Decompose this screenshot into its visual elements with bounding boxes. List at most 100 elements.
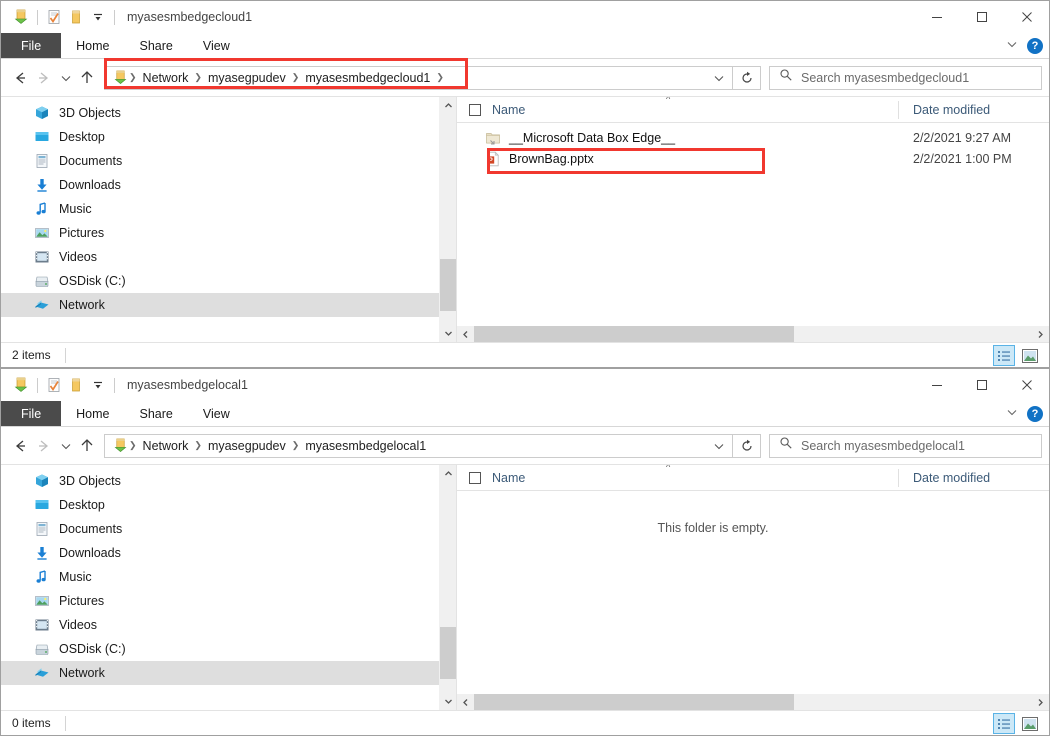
breadcrumb-item-network[interactable]: Network bbox=[138, 71, 194, 85]
large-icons-view-icon[interactable] bbox=[1019, 345, 1041, 366]
breadcrumb-item-network[interactable]: Network bbox=[138, 439, 194, 453]
up-button[interactable] bbox=[75, 65, 99, 91]
close-button[interactable] bbox=[1004, 369, 1049, 401]
hscroll-thumb[interactable] bbox=[474, 326, 794, 343]
back-button[interactable] bbox=[8, 433, 32, 459]
scroll-left-icon[interactable] bbox=[457, 694, 474, 711]
sidebar-item-3d-objects[interactable]: 3D Objects bbox=[1, 469, 456, 493]
scroll-thumb[interactable] bbox=[440, 259, 457, 311]
breadcrumb-item-server[interactable]: myasegpudev bbox=[203, 439, 291, 453]
scroll-up-icon[interactable] bbox=[440, 465, 457, 482]
hscroll-track[interactable] bbox=[474, 694, 1032, 711]
address-bar[interactable]: ❯ Network ❯ myasegpudev ❯ myasesmbedgecl… bbox=[104, 66, 733, 90]
table-row[interactable]: __Microsoft Data Box Edge__ 2/2/2021 9:2… bbox=[457, 127, 1049, 148]
tab-share[interactable]: Share bbox=[125, 33, 188, 58]
breadcrumb[interactable]: ❯ Network ❯ myasegpudev ❯ myasesmbedgelo… bbox=[105, 438, 706, 453]
scroll-track[interactable] bbox=[440, 114, 457, 325]
column-header-name[interactable]: Name ^ bbox=[457, 97, 898, 123]
tab-file[interactable]: File bbox=[1, 33, 61, 58]
sidebar-item-osdisk[interactable]: OSDisk (C:) bbox=[1, 637, 456, 661]
column-header-date[interactable]: Date modified bbox=[899, 103, 990, 117]
file-list-hscrollbar[interactable] bbox=[457, 693, 1049, 710]
file-name-cell[interactable]: __Microsoft Data Box Edge__ bbox=[457, 130, 898, 146]
column-header-name[interactable]: Name ^ bbox=[457, 465, 898, 491]
table-row[interactable]: P BrownBag.pptx 2/2/2021 1:00 PM bbox=[457, 148, 1049, 169]
tab-home[interactable]: Home bbox=[61, 33, 124, 58]
recent-locations-icon[interactable] bbox=[56, 433, 75, 459]
sidebar-item-network[interactable]: Network bbox=[1, 661, 456, 685]
address-dropdown-icon[interactable] bbox=[706, 435, 732, 457]
sidebar-item-videos[interactable]: Videos bbox=[1, 245, 456, 269]
sidebar-item-music[interactable]: Music bbox=[1, 565, 456, 589]
search-box[interactable]: Search myasesmbedgelocal1 bbox=[769, 434, 1042, 458]
help-icon[interactable]: ? bbox=[1027, 38, 1043, 54]
help-icon[interactable]: ? bbox=[1027, 406, 1043, 422]
chevron-down-icon[interactable] bbox=[1006, 405, 1018, 423]
details-view-icon[interactable] bbox=[993, 345, 1015, 366]
properties-icon[interactable] bbox=[43, 374, 65, 396]
address-dropdown-icon[interactable] bbox=[706, 67, 732, 89]
new-folder-icon[interactable] bbox=[65, 374, 87, 396]
breadcrumb-root-icon[interactable] bbox=[110, 438, 128, 453]
forward-button[interactable] bbox=[32, 433, 56, 459]
sidebar-item-documents[interactable]: Documents bbox=[1, 149, 456, 173]
network-folder-icon[interactable] bbox=[10, 6, 32, 28]
view-buttons[interactable] bbox=[993, 343, 1041, 368]
ribbon-right-controls[interactable]: ? bbox=[1006, 33, 1043, 59]
address-bar[interactable]: ❯ Network ❯ myasegpudev ❯ myasesmbedgelo… bbox=[104, 434, 733, 458]
chevron-down-icon[interactable] bbox=[1006, 37, 1018, 55]
quick-access-toolbar[interactable] bbox=[1, 374, 120, 396]
breadcrumb-item-server[interactable]: myasegpudev bbox=[203, 71, 291, 85]
quick-access-toolbar[interactable] bbox=[1, 6, 120, 28]
maximize-button[interactable] bbox=[959, 369, 1004, 401]
properties-icon[interactable] bbox=[43, 6, 65, 28]
maximize-button[interactable] bbox=[959, 1, 1004, 33]
close-button[interactable] bbox=[1004, 1, 1049, 33]
refresh-button[interactable] bbox=[733, 434, 761, 458]
file-list-hscrollbar[interactable] bbox=[457, 325, 1049, 342]
sidebar-item-3d-objects[interactable]: 3D Objects bbox=[1, 101, 456, 125]
window-controls[interactable] bbox=[914, 369, 1049, 401]
search-input[interactable]: Search myasesmbedgecloud1 bbox=[801, 71, 969, 85]
minimize-button[interactable] bbox=[914, 1, 959, 33]
breadcrumb-item-share[interactable]: myasesmbedgecloud1 bbox=[300, 71, 435, 85]
search-box[interactable]: Search myasesmbedgecloud1 bbox=[769, 66, 1042, 90]
scroll-down-icon[interactable] bbox=[440, 693, 457, 710]
minimize-button[interactable] bbox=[914, 369, 959, 401]
scroll-down-icon[interactable] bbox=[440, 325, 457, 342]
hscroll-track[interactable] bbox=[474, 326, 1032, 343]
back-button[interactable] bbox=[8, 65, 32, 91]
tab-view[interactable]: View bbox=[188, 33, 245, 58]
navigation-scrollbar[interactable] bbox=[439, 465, 456, 710]
sidebar-item-downloads[interactable]: Downloads bbox=[1, 541, 456, 565]
sidebar-item-videos[interactable]: Videos bbox=[1, 613, 456, 637]
breadcrumb-root-icon[interactable] bbox=[110, 70, 128, 85]
scroll-right-icon[interactable] bbox=[1032, 326, 1049, 343]
tab-view[interactable]: View bbox=[188, 401, 245, 426]
tab-file[interactable]: File bbox=[1, 401, 61, 426]
details-view-icon[interactable] bbox=[993, 713, 1015, 734]
customize-dropdown-icon[interactable] bbox=[87, 6, 109, 28]
scroll-right-icon[interactable] bbox=[1032, 694, 1049, 711]
large-icons-view-icon[interactable] bbox=[1019, 713, 1041, 734]
sidebar-item-pictures[interactable]: Pictures bbox=[1, 221, 456, 245]
scroll-up-icon[interactable] bbox=[440, 97, 457, 114]
network-folder-icon[interactable] bbox=[10, 374, 32, 396]
sidebar-item-osdisk[interactable]: OSDisk (C:) bbox=[1, 269, 456, 293]
forward-button[interactable] bbox=[32, 65, 56, 91]
ribbon-tabs[interactable]: File Home Share View ? bbox=[1, 33, 1049, 59]
view-buttons[interactable] bbox=[993, 711, 1041, 736]
sidebar-item-desktop[interactable]: Desktop bbox=[1, 493, 456, 517]
ribbon-tabs[interactable]: File Home Share View ? bbox=[1, 401, 1049, 427]
breadcrumb-separator-trailing[interactable]: ❯ bbox=[435, 73, 445, 82]
search-input[interactable]: Search myasesmbedgelocal1 bbox=[801, 439, 965, 453]
tab-share[interactable]: Share bbox=[125, 401, 188, 426]
select-all-checkbox[interactable] bbox=[469, 104, 481, 116]
window-controls[interactable] bbox=[914, 1, 1049, 33]
refresh-button[interactable] bbox=[733, 66, 761, 90]
hscroll-thumb[interactable] bbox=[474, 694, 794, 711]
breadcrumb-item-share[interactable]: myasesmbedgelocal1 bbox=[300, 439, 431, 453]
select-all-checkbox[interactable] bbox=[469, 472, 481, 484]
new-folder-icon[interactable] bbox=[65, 6, 87, 28]
column-header-date[interactable]: Date modified bbox=[899, 471, 990, 485]
